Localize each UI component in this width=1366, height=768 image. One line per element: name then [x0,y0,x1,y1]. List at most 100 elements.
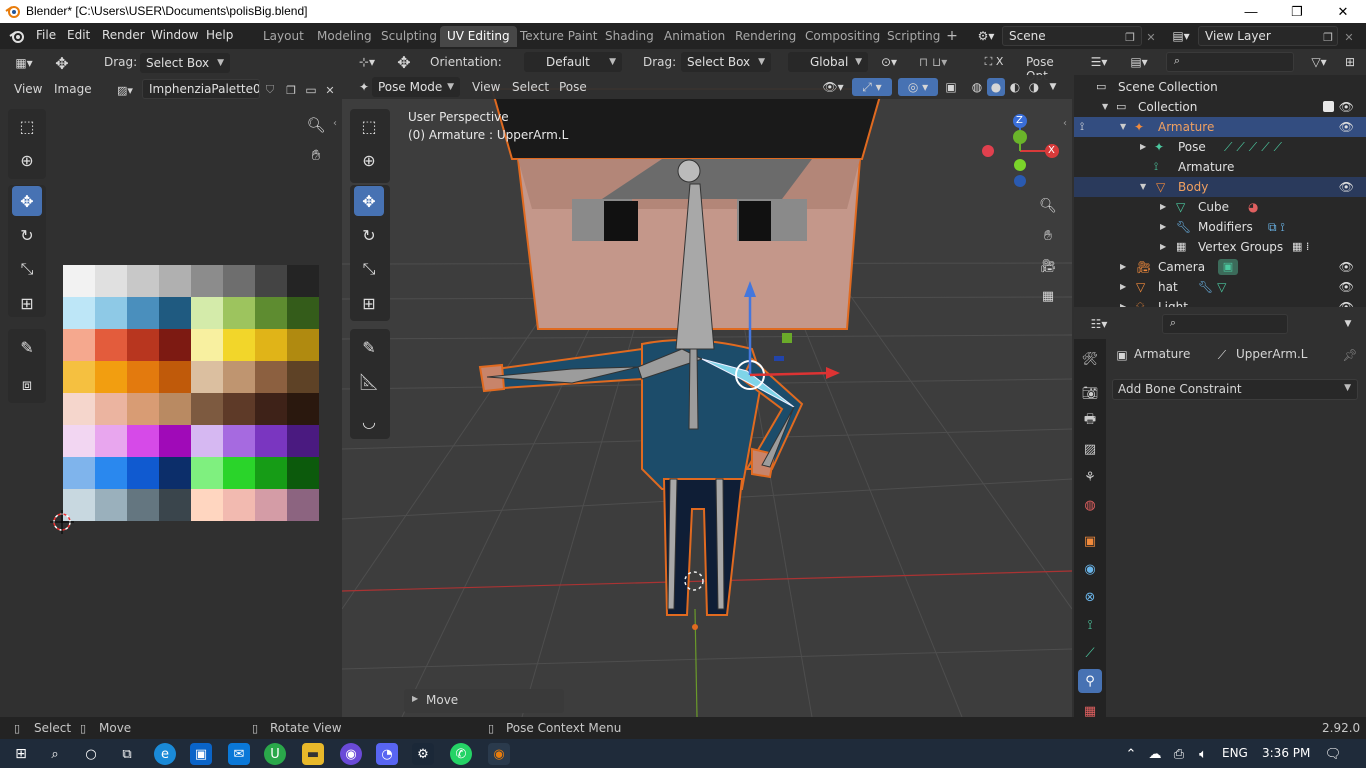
remove-scene-icon[interactable]: ✕ [1144,29,1158,45]
measure-tool-icon[interactable]: 📐︎ [354,366,384,396]
output-tab-icon[interactable]: 🖶 [1078,409,1102,433]
bone-tab-icon[interactable]: ⟋ [1078,641,1102,665]
clock[interactable]: 3:36 PM [1262,746,1310,760]
constraints-tab-icon[interactable]: ⊗ [1078,585,1102,609]
move-tool-button-icon[interactable]: ✥ [12,186,42,216]
discord-icon[interactable]: ◔ [376,743,398,765]
xray-icon[interactable]: ▣ [942,78,960,96]
mail-icon[interactable]: ✉ [228,743,250,765]
tab-texture-paint[interactable]: Texture Paint [513,26,604,47]
collapse-sidebar-icon[interactable]: ‹ [1060,115,1070,131]
expand-triangle-icon[interactable]: ▶ [1160,237,1166,257]
menu-help[interactable]: Help [206,28,233,42]
cursor-tool-icon[interactable]: ⊕ [354,145,384,175]
image-name-field[interactable]: ImphenziaPalette01... [142,79,260,99]
expand-triangle-icon[interactable]: ▶ [1120,297,1126,307]
expand-triangle-icon[interactable]: ▶ [1120,257,1126,277]
expand-triangle-icon[interactable]: ▼ [1120,117,1126,137]
bone-constraint-tab-icon[interactable]: ⚲ [1078,669,1102,693]
scene-tab-icon[interactable]: ⚘ [1078,465,1102,489]
outliner-row-cube[interactable]: ▶ ▽ Cube ◕ [1074,197,1366,217]
drag-select-dropdown[interactable]: Select Box ▼ [681,52,771,72]
pivot-point-icon[interactable]: ⊙▾ [874,53,904,71]
minimize-button[interactable]: — [1228,0,1274,23]
view-layer-icon[interactable]: ▤▾ [1168,27,1194,45]
new-image-icon[interactable]: ❐ [283,82,299,98]
tray-chevron-icon[interactable]: ⌃ [1120,743,1142,765]
filter-icon[interactable]: ▽▾ [1304,53,1334,71]
select-box-tool-icon[interactable]: ⬚ [354,111,384,141]
expand-triangle-icon[interactable]: ▶ [1120,277,1126,297]
last-operator-panel[interactable]: ▶ Move [404,689,564,713]
tab-rendering[interactable]: Rendering [728,26,803,47]
add-bone-constraint-dropdown[interactable]: Add Bone Constraint ▼ [1112,379,1358,400]
steam-icon[interactable]: ⚙ [412,743,434,765]
volume-icon[interactable]: 🔈︎ [1192,743,1214,765]
annotate-tool-icon[interactable]: ✎ [12,332,42,362]
display-mode-icon[interactable]: ▤▾ [1124,54,1154,70]
shading-options-icon[interactable]: ▼ [1046,78,1060,96]
visibility-icon[interactable]: 👁︎▾ [818,78,848,96]
annotate-tool-icon[interactable]: ✎ [354,332,384,362]
menu-file[interactable]: File [36,28,56,42]
tab-sculpting[interactable]: Sculpting [374,26,444,47]
outliner-row-scene-collection[interactable]: ▭ Scene Collection [1074,77,1366,97]
cortana-icon[interactable]: ○ [80,743,102,765]
menu-view[interactable]: View [472,80,500,94]
editor-type-icon[interactable]: ☰▾ [1084,54,1114,70]
menu-render[interactable]: Render [102,28,145,42]
editor-type-icon[interactable]: ☷▾ [1084,316,1114,332]
tab-compositing[interactable]: Compositing [798,26,887,47]
orientation-dropdown[interactable]: Default ▼ [524,52,622,72]
outliner-row-hat[interactable]: ▶ ▽ hat 🔧︎ ▽ 👁︎ [1074,277,1366,297]
maximize-button[interactable]: ❐ [1274,0,1320,23]
expand-triangle-icon[interactable]: ▶ [1160,217,1166,237]
mode-dropdown[interactable]: Pose Mode ▼ [372,77,460,97]
menu-view[interactable]: View [14,82,42,96]
pan-hand-icon[interactable]: ✋︎ [1036,224,1060,248]
tab-animation[interactable]: Animation [657,26,732,47]
outliner-row-armature[interactable]: ⟟ ▼ ✦ Armature 👁︎ [1074,117,1366,137]
network-icon[interactable]: ⎙ [1168,743,1190,765]
shading-wireframe-icon[interactable]: ◍ [968,78,986,96]
sample-tool-icon[interactable]: ⧈ [12,370,42,400]
editor-type-icon[interactable]: ▦▾ [8,55,40,71]
upwork-icon[interactable]: U [264,743,286,765]
move-tool-header-icon[interactable]: ✥ [394,52,414,72]
rotate-tool-icon[interactable]: ↻ [12,220,42,250]
expand-triangle-icon[interactable]: ▼ [1140,177,1146,197]
menu-pose[interactable]: Pose [559,80,587,94]
search-icon[interactable]: ⌕ [44,743,66,765]
task-view-icon[interactable]: ⧉ [116,743,138,765]
blender-taskbar-icon[interactable]: ◉ [488,743,510,765]
fake-user-shield-icon[interactable]: ⛉ [262,82,278,98]
scale-tool-icon[interactable]: ⤡ [12,254,42,284]
new-collection-icon[interactable]: ⊞ [1340,53,1360,71]
tool-tab-icon[interactable]: 🛠︎ [1078,347,1102,371]
select-box-tool-icon[interactable]: ⬚ [12,111,42,141]
remove-view-layer-icon[interactable]: ✕ [1342,29,1356,45]
eye-icon[interactable]: 👁︎ [1339,97,1354,117]
overlay-toggle-icon[interactable]: ◎ ▾ [898,78,938,96]
pan-hand-icon[interactable]: ✋︎ [304,143,328,167]
options-chevron-icon[interactable]: ▼ [1340,316,1356,332]
unlink-image-icon[interactable]: ✕ [323,82,337,98]
physics-tab-icon[interactable]: ◉ [1078,557,1102,581]
eye-icon[interactable]: 👁︎ [1339,177,1354,197]
tab-modeling[interactable]: Modeling [310,26,379,47]
outliner-row-body[interactable]: ▼ ▽ Body 👁︎ [1074,177,1366,197]
world-tab-icon[interactable]: ◍ [1078,493,1102,517]
cursor-tool-icon[interactable]: ⊕ [12,145,42,175]
blender-menu-icon[interactable] [8,27,26,45]
tab-shading[interactable]: Shading [598,26,661,47]
menu-image[interactable]: Image [54,82,92,96]
collapse-sidebar-icon[interactable]: ‹ [330,115,340,131]
transform-tool-icon[interactable]: ⊞ [12,288,42,318]
store-icon[interactable]: ▣ [190,743,212,765]
menu-select[interactable]: Select [512,80,549,94]
outliner-row-armature-data[interactable]: ⟟ Armature [1074,157,1366,177]
object-tab-icon[interactable]: ▣ [1078,529,1102,553]
zoom-icon[interactable]: 🔍︎ [1036,194,1060,218]
expand-triangle-icon[interactable]: ▼ [1102,97,1108,117]
menu-window[interactable]: Window [151,28,198,42]
